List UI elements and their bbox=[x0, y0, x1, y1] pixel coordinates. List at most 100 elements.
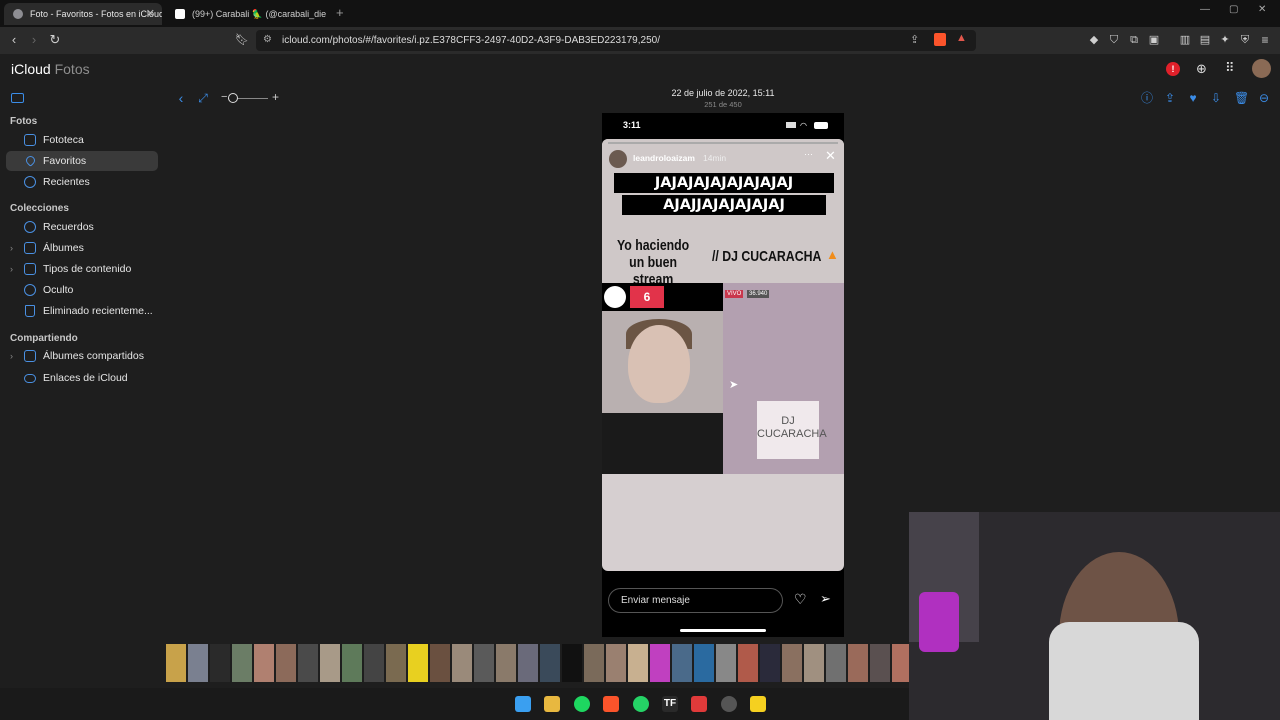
sidebar-item-recientes[interactable]: Recientes bbox=[6, 172, 158, 192]
thumbnail[interactable] bbox=[474, 644, 494, 682]
thumbnail[interactable] bbox=[276, 644, 296, 682]
whatsapp-icon[interactable] bbox=[633, 696, 649, 712]
thumbnail[interactable] bbox=[254, 644, 274, 682]
sidebar-item-tipos-de-contenido[interactable]: › Tipos de contenido bbox=[6, 259, 158, 279]
icloud-photos-logo[interactable]: iCloud Fotos bbox=[11, 61, 90, 77]
thumbnail[interactable] bbox=[870, 644, 890, 682]
thumbnail[interactable] bbox=[320, 644, 340, 682]
thumbnail[interactable] bbox=[606, 644, 626, 682]
site-settings-icon[interactable]: ⚙ bbox=[263, 34, 272, 45]
brave-shields-icon[interactable] bbox=[934, 33, 946, 46]
sidebar-item-oculto[interactable]: Oculto bbox=[6, 280, 158, 300]
thumbnail[interactable] bbox=[386, 644, 406, 682]
sidebar-item-recuerdos[interactable]: Recuerdos bbox=[6, 217, 158, 237]
add-icon[interactable]: ⊕ bbox=[1196, 61, 1207, 77]
thumbnail[interactable] bbox=[738, 644, 758, 682]
thumbnail[interactable] bbox=[584, 644, 604, 682]
thumbnail[interactable] bbox=[210, 644, 230, 682]
extension-shield-icon[interactable]: ⛉ bbox=[1106, 32, 1122, 48]
back-icon[interactable]: ‹ bbox=[6, 32, 22, 48]
thumbnail[interactable] bbox=[826, 644, 846, 682]
thumbnail[interactable] bbox=[452, 644, 472, 682]
send-icon[interactable]: ➢ bbox=[820, 591, 831, 607]
close-story-icon[interactable]: ✕ bbox=[825, 148, 836, 164]
avatar[interactable] bbox=[1252, 59, 1271, 78]
thumbnail[interactable] bbox=[782, 644, 802, 682]
windows-start-icon[interactable] bbox=[515, 696, 531, 712]
address-bar[interactable]: ⚙ icloud.com/photos/#/favorites/i.pz.E37… bbox=[256, 30, 976, 51]
sidebar-item-favoritos[interactable]: Favoritos bbox=[6, 151, 158, 171]
thumbnail[interactable] bbox=[892, 644, 909, 682]
thumbnail[interactable] bbox=[694, 644, 714, 682]
tab-tiktok[interactable]: (99+) Carabali 🦜 (@carabali_diego) | bbox=[166, 3, 326, 25]
bookmark-icon[interactable]: 🔖︎ bbox=[234, 32, 250, 48]
more-dots-icon[interactable]: ··· bbox=[804, 149, 813, 159]
app-tf-icon[interactable]: TF bbox=[662, 696, 678, 712]
new-tab-icon[interactable]: + bbox=[336, 5, 344, 20]
chevron-right-icon[interactable]: › bbox=[10, 346, 13, 366]
thumbnail[interactable] bbox=[342, 644, 362, 682]
extensions-puzzle-icon[interactable]: ⧉ bbox=[1126, 32, 1142, 48]
sidebar-item-albumes[interactable]: › Álbumes bbox=[6, 238, 158, 258]
thumbnail[interactable] bbox=[540, 644, 560, 682]
extension-box-icon[interactable]: ▣ bbox=[1146, 32, 1162, 48]
extension-diamond-icon[interactable]: ◆ bbox=[1086, 32, 1102, 48]
story-avatar[interactable] bbox=[609, 150, 627, 168]
close-window-icon[interactable]: ✕ bbox=[1258, 4, 1266, 15]
thumbnail[interactable] bbox=[562, 644, 582, 682]
sticky-notes-icon[interactable] bbox=[750, 696, 766, 712]
download-icon[interactable]: ⇩ bbox=[1209, 91, 1223, 105]
sidebar-toggle-icon[interactable] bbox=[11, 93, 24, 103]
story-username[interactable]: leandroloaizam bbox=[633, 153, 695, 163]
thumbnail[interactable] bbox=[716, 644, 736, 682]
file-explorer-icon[interactable] bbox=[544, 696, 560, 712]
vpn-icon[interactable]: ⛨ bbox=[1237, 32, 1253, 48]
sidebar-item-fototeca[interactable]: Fototeca bbox=[6, 130, 158, 150]
delete-icon[interactable]: 🗑︎ bbox=[1234, 91, 1249, 105]
spotify-icon[interactable] bbox=[574, 696, 590, 712]
thumbnail[interactable] bbox=[848, 644, 868, 682]
minimize-window-icon[interactable]: — bbox=[1200, 4, 1210, 15]
thumbnail[interactable] bbox=[188, 644, 208, 682]
share-icon[interactable]: ⇪ bbox=[1163, 91, 1177, 105]
chevron-right-icon[interactable]: › bbox=[10, 259, 13, 279]
reload-icon[interactable]: ↻ bbox=[47, 32, 63, 48]
wallet-icon[interactable]: ▤ bbox=[1197, 32, 1213, 48]
like-heart-icon[interactable]: ♡ bbox=[794, 591, 807, 608]
thumbnail[interactable] bbox=[804, 644, 824, 682]
message-input[interactable]: Enviar mensaje bbox=[608, 588, 783, 613]
info-icon[interactable]: ⓘ bbox=[1140, 91, 1154, 105]
maximize-window-icon[interactable]: ▢ bbox=[1229, 4, 1238, 15]
forward-icon[interactable]: › bbox=[26, 32, 42, 48]
thumbnail[interactable] bbox=[364, 644, 384, 682]
thumbnail[interactable] bbox=[430, 644, 450, 682]
thumbnail[interactable] bbox=[760, 644, 780, 682]
thumbnail[interactable] bbox=[650, 644, 670, 682]
thumbnail[interactable] bbox=[232, 644, 252, 682]
apps-grid-icon[interactable]: ⠿ bbox=[1225, 60, 1235, 76]
leo-ai-icon[interactable]: ✦ bbox=[1217, 32, 1233, 48]
favorite-heart-icon[interactable]: ♥ bbox=[1186, 91, 1200, 105]
alert-icon[interactable]: ! bbox=[1166, 62, 1180, 76]
chevron-right-icon[interactable]: › bbox=[10, 238, 13, 258]
thumbnail[interactable] bbox=[166, 644, 186, 682]
thumbnail[interactable] bbox=[298, 644, 318, 682]
app-red-icon[interactable] bbox=[691, 696, 707, 712]
thumbnail[interactable] bbox=[408, 644, 428, 682]
close-tab-icon[interactable]: ✕ bbox=[146, 3, 155, 25]
tab-icloud-photos[interactable]: Foto - Favoritos - Fotos en iCloud ✕ bbox=[4, 3, 162, 25]
sidebar-item-albumes-compartidos[interactable]: › Álbumes compartidos bbox=[6, 346, 158, 366]
app-circle-icon[interactable] bbox=[721, 696, 737, 712]
sidebar-item-eliminado[interactable]: Eliminado recienteme... bbox=[6, 301, 158, 321]
menu-icon[interactable]: ≡ bbox=[1257, 32, 1273, 48]
thumbnail[interactable] bbox=[628, 644, 648, 682]
share-icon[interactable]: ⇪ bbox=[910, 33, 919, 46]
sidebar-toggle-icon[interactable]: ▥ bbox=[1177, 32, 1193, 48]
thumbnail[interactable] bbox=[518, 644, 538, 682]
thumbnail[interactable] bbox=[672, 644, 692, 682]
brave-rewards-icon[interactable]: ▲ bbox=[956, 32, 967, 44]
sidebar-item-enlaces-icloud[interactable]: Enlaces de iCloud bbox=[6, 368, 158, 388]
brave-icon[interactable] bbox=[603, 696, 619, 712]
more-options-icon[interactable]: ⊖ bbox=[1257, 91, 1271, 105]
thumbnail[interactable] bbox=[496, 644, 516, 682]
